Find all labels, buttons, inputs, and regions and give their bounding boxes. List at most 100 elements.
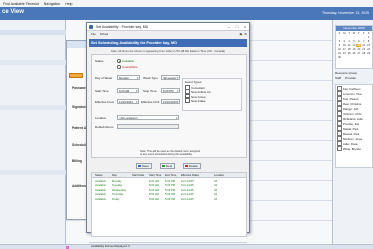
dialog-toolbar: File Sched ▣ ⚙ xyxy=(87,31,249,37)
save-icon[interactable]: ▣ xyxy=(239,31,242,37)
left-row xyxy=(0,30,66,35)
mini-calendar[interactable]: November 2025 S M T W T F S 1 2 3 4 5 6 7 8 9 10 11 12 13 14… xyxy=(335,25,373,69)
table-cell: Available xyxy=(95,179,106,183)
bg-label: Billing xyxy=(72,159,83,163)
page-title: ce View xyxy=(2,9,24,15)
table-cell: All xyxy=(214,188,217,192)
stop-time-label: Stop Time xyxy=(143,89,157,93)
location-label: Location xyxy=(95,116,107,120)
table-cell: 8:00 AM xyxy=(149,197,159,201)
menu-bar: Find Available Timeslot Navigation Help xyxy=(0,0,373,7)
table-cell: Wednesday xyxy=(112,188,127,192)
left-row xyxy=(0,105,66,110)
table-cell: 11/1-12/25 xyxy=(181,184,194,188)
table-cell: 11/1-12/25 xyxy=(181,179,194,183)
status-available-radio[interactable] xyxy=(117,59,121,63)
table-cell: 11/1-12/25 xyxy=(181,188,194,192)
dialog-titlebar: Set Availability - Provider kay, MD – □ … xyxy=(87,23,249,31)
mini-calendar-day[interactable]: 15 xyxy=(366,44,371,47)
current-date: Thursday, November 13, 2025 xyxy=(321,11,369,15)
effective-from-field[interactable]: 11/16/2024 xyxy=(117,99,139,104)
location-select[interactable]: <All Locations> xyxy=(117,115,179,120)
delete-icon xyxy=(185,164,188,168)
status-available-label: Available xyxy=(122,59,135,63)
mini-calendar-day[interactable]: 29 xyxy=(366,52,371,55)
table-cell: Available xyxy=(95,184,106,188)
menu-navigation[interactable]: Navigation xyxy=(44,2,61,6)
new-button[interactable]: New xyxy=(160,163,176,169)
stop-time-field[interactable]: 5:00 PM xyxy=(161,88,180,93)
table-cell: 8:00 AM xyxy=(149,188,159,192)
col-day[interactable]: Day xyxy=(112,174,117,177)
col-start-date[interactable]: Start Date xyxy=(132,174,144,177)
day-of-week-select[interactable]: Monday xyxy=(117,75,140,80)
close-icon[interactable]: × xyxy=(241,23,249,31)
save-button[interactable]: Save xyxy=(136,163,152,169)
week-type-label: Week Type xyxy=(143,76,158,80)
app-header: ce View Thursday, November 13, 2025 xyxy=(0,7,373,20)
effective-until-label: Effective Until xyxy=(141,100,160,104)
table-cell: 11/1-12/25 xyxy=(181,193,194,197)
col-end-time[interactable]: End Time xyxy=(165,174,176,177)
week-type-select[interactable]: (all weeks) xyxy=(161,75,180,80)
table-cell: 5:00 PM xyxy=(165,184,176,188)
event-types-box: Event Types Consultant New Follow Up New… xyxy=(182,78,242,111)
gear-icon[interactable]: ⚙ xyxy=(244,31,247,37)
app-icon xyxy=(89,25,93,29)
menu-find-timeslot[interactable]: Find Available Timeslot xyxy=(3,2,39,6)
table-cell: 11/1-12/25 xyxy=(181,197,194,201)
col-location[interactable]: Location xyxy=(214,174,224,177)
status-label: Status xyxy=(95,59,104,63)
toolbar-sched[interactable]: Sched xyxy=(100,32,109,36)
table-cell: All xyxy=(214,197,217,201)
mini-calendar-day[interactable]: 30 xyxy=(337,56,342,59)
table-cell: Friday xyxy=(112,197,120,201)
default-room-select[interactable] xyxy=(117,124,179,129)
delete-button[interactable]: Delete xyxy=(183,163,201,169)
save-icon xyxy=(138,164,141,168)
table-cell: Available xyxy=(95,188,106,192)
mini-calendar-day[interactable]: 8 xyxy=(366,40,371,43)
mini-calendar-day[interactable]: 22 xyxy=(366,48,371,51)
mini-calendar-day[interactable]: S xyxy=(366,32,371,35)
table-cell: All xyxy=(214,179,217,183)
dialog-title: Set Availability - Provider kay, MD xyxy=(96,25,149,29)
col-start-time[interactable]: Start Time xyxy=(149,174,161,177)
table-cell: 5:00 PM xyxy=(165,197,176,201)
status-bar: Availability Entries Displayed: 5 xyxy=(89,242,247,248)
col-status[interactable]: Status xyxy=(95,174,103,177)
table-cell: 8:00 AM xyxy=(149,184,159,188)
table-cell: All xyxy=(214,193,217,197)
effective-from-label: Effective From xyxy=(95,100,115,104)
provider-list-item[interactable]: White, Brenda xyxy=(337,146,371,151)
start-time-field[interactable]: 8:00 AM xyxy=(117,88,139,93)
toolbar-file[interactable]: File xyxy=(91,32,96,36)
status-unavailable-radio[interactable] xyxy=(117,65,121,69)
day-of-week-label: Day of Week xyxy=(95,76,113,80)
effective-until-field[interactable]: 11/16/2025 xyxy=(161,99,180,104)
resource-option-provider[interactable]: Provider xyxy=(345,76,356,80)
mini-calendar-day[interactable]: 1 xyxy=(366,36,371,39)
table-cell: 5:00 PM xyxy=(165,188,176,192)
orange-tab[interactable] xyxy=(69,73,83,78)
start-time-label: Start Time xyxy=(95,89,109,93)
resource-option-staff[interactable]: Staff xyxy=(335,76,341,80)
grid-header: Status Day Start Date Start Time End Tim… xyxy=(92,173,246,178)
right-panel: November 2025 S M T W T F S 1 2 3 4 5 6 7 8 9 10 11 12 13 14… xyxy=(332,20,373,249)
event-type-new-intake[interactable]: New Intake xyxy=(183,98,241,103)
provider-list[interactable]: Farr, Kathleen Lorenzen, Tina Test, Patien… xyxy=(335,84,373,168)
mini-calendar-grid[interactable]: S M T W T F S 1 2 3 4 5 6 7 8 9 10 11 12 13 14 15 16 17 18 19 20 21… xyxy=(336,31,372,60)
bg-label: Signature xyxy=(72,105,88,109)
table-cell: Available xyxy=(95,197,106,201)
table-row[interactable]: Available Friday 8:00 AM 5:00 PM 11/1-12/25 A… xyxy=(92,197,246,202)
default-room-label: Default Room xyxy=(95,125,114,129)
table-cell: Thursday xyxy=(112,193,124,197)
table-cell: 8:00 AM xyxy=(149,193,159,197)
minimize-icon[interactable]: – xyxy=(225,23,233,31)
maximize-icon[interactable]: □ xyxy=(233,23,241,31)
availability-grid[interactable]: Status Day Start Date Start Time End Tim… xyxy=(91,172,247,237)
availability-dialog: Set Availability - Provider kay, MD – □ … xyxy=(86,22,250,248)
col-effective-dates[interactable]: Effective Dates xyxy=(181,174,199,177)
menu-help[interactable]: Help xyxy=(65,2,72,6)
table-cell: Monday xyxy=(112,179,122,183)
